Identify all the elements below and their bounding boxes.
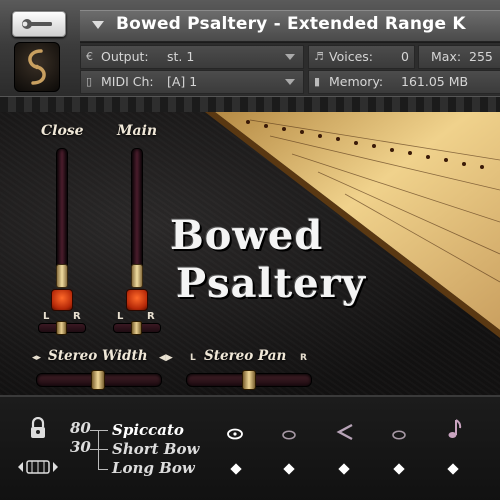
midi-label: MIDI Ch:: [101, 74, 154, 89]
slot-1-diamond[interactable]: [230, 463, 242, 475]
slot-3-diamond[interactable]: [338, 463, 350, 475]
instrument-name-art: Bowed Psaltery: [170, 212, 380, 308]
velocity-tick-3: [98, 469, 108, 470]
midi-channel-selector[interactable]: ▯ MIDI Ch: [A] 1: [80, 70, 304, 94]
main-fader-handle[interactable]: [131, 264, 143, 288]
note-icon[interactable]: [446, 417, 462, 441]
output-selector[interactable]: € Output: st. 1: [80, 45, 304, 69]
less-than-icon[interactable]: [335, 423, 355, 441]
memory-value: 161.05 MB: [401, 74, 469, 89]
instrument-logo: [14, 42, 60, 92]
articulation-long-bow[interactable]: Long Bow: [112, 459, 195, 477]
velocity-80-label: 80: [70, 419, 91, 437]
close-fader-label: Close: [41, 123, 84, 139]
close-fader-handle[interactable]: [56, 264, 68, 288]
output-icon: €: [86, 50, 93, 63]
stereo-pan-label: Stereo Pan: [204, 348, 287, 364]
settings-wrench-button[interactable]: [12, 11, 66, 37]
output-dropdown-icon[interactable]: [285, 54, 295, 60]
velocity-tick-2: [90, 449, 108, 450]
main-pan-knob[interactable]: [131, 321, 142, 335]
slot-4-diamond[interactable]: [393, 463, 405, 475]
instrument-info-panel: € Output: st. 1 ♬ Voices: 0 Max: 255 ▯ M…: [80, 42, 500, 95]
stereo-pan-left-label: L: [190, 353, 196, 363]
keyswitch-keyboard-icon[interactable]: [18, 459, 58, 475]
stereo-width-knob[interactable]: [91, 370, 105, 390]
main-l-label: L: [117, 311, 124, 322]
stereo-width-wide-icon: ◀▶: [159, 353, 173, 363]
max-value: 255: [469, 49, 493, 64]
instrument-name-line1: Bowed: [170, 212, 324, 259]
max-voices-display[interactable]: Max: 255: [418, 45, 500, 69]
memory-icon: ▮: [314, 75, 321, 88]
voices-icon: ♬: [314, 50, 324, 63]
midi-value: [A] 1: [167, 74, 198, 89]
voices-display: ♬ Voices: 0: [308, 45, 415, 69]
main-fader-label: Main: [117, 123, 158, 139]
close-pan-knob[interactable]: [56, 321, 67, 335]
instrument-title-bar[interactable]: Bowed Psaltery - Extended Range K: [80, 10, 500, 42]
stereo-width-narrow-icon: ◂▸: [32, 353, 42, 363]
velocity-tick-1: [90, 430, 108, 431]
stereo-width-label: Stereo Width: [48, 348, 148, 364]
voices-value: 0: [401, 49, 409, 64]
slot-5-diamond[interactable]: [447, 463, 459, 475]
stereo-pan-right-label: R: [300, 353, 307, 363]
output-label: Output:: [101, 49, 149, 64]
main-fader-led[interactable]: [126, 289, 148, 311]
velocity-30-label: 30: [70, 438, 91, 456]
memory-label: Memory:: [329, 74, 384, 89]
memory-display: ▮ Memory: 161.05 MB: [308, 70, 500, 94]
kontakt-instrument-window: Bowed Psaltery - Extended Range K € Outp…: [0, 0, 500, 500]
articulation-panel: 80 30 Spiccato Short Bow Long Bow: [0, 395, 500, 500]
max-label: Max:: [431, 49, 462, 64]
instrument-title: Bowed Psaltery - Extended Range K: [116, 14, 466, 34]
midi-dropdown-icon[interactable]: [285, 79, 295, 85]
stereo-pan-knob[interactable]: [242, 370, 256, 390]
close-fader-led[interactable]: [51, 289, 73, 311]
close-l-label: L: [43, 311, 50, 322]
swirl-logo-icon: [28, 49, 46, 85]
articulation-short-bow[interactable]: Short Bow: [112, 440, 199, 458]
instrument-main-panel: Close L R Main L R ◂▸ Stereo Width ◀▶ L …: [0, 112, 500, 395]
dim-eye-icon[interactable]: [281, 429, 297, 441]
midi-icon: ▯: [86, 75, 93, 88]
slot-2-diamond[interactable]: [283, 463, 295, 475]
header-stitch-divider: [0, 96, 500, 113]
instrument-name-line2: Psaltery: [176, 260, 366, 307]
output-value: st. 1: [167, 49, 195, 64]
eye-icon[interactable]: [226, 427, 244, 441]
main-r-label: R: [147, 311, 155, 322]
voices-label: Voices:: [329, 49, 373, 64]
lock-icon[interactable]: [29, 417, 47, 439]
wrench-icon: [22, 19, 52, 29]
articulation-spiccato[interactable]: Spiccato: [112, 421, 184, 439]
dim-eye-icon[interactable]: [391, 429, 407, 441]
close-r-label: R: [73, 311, 81, 322]
instrument-header: Bowed Psaltery - Extended Range K € Outp…: [0, 0, 500, 113]
title-dropdown-icon[interactable]: [92, 21, 104, 29]
